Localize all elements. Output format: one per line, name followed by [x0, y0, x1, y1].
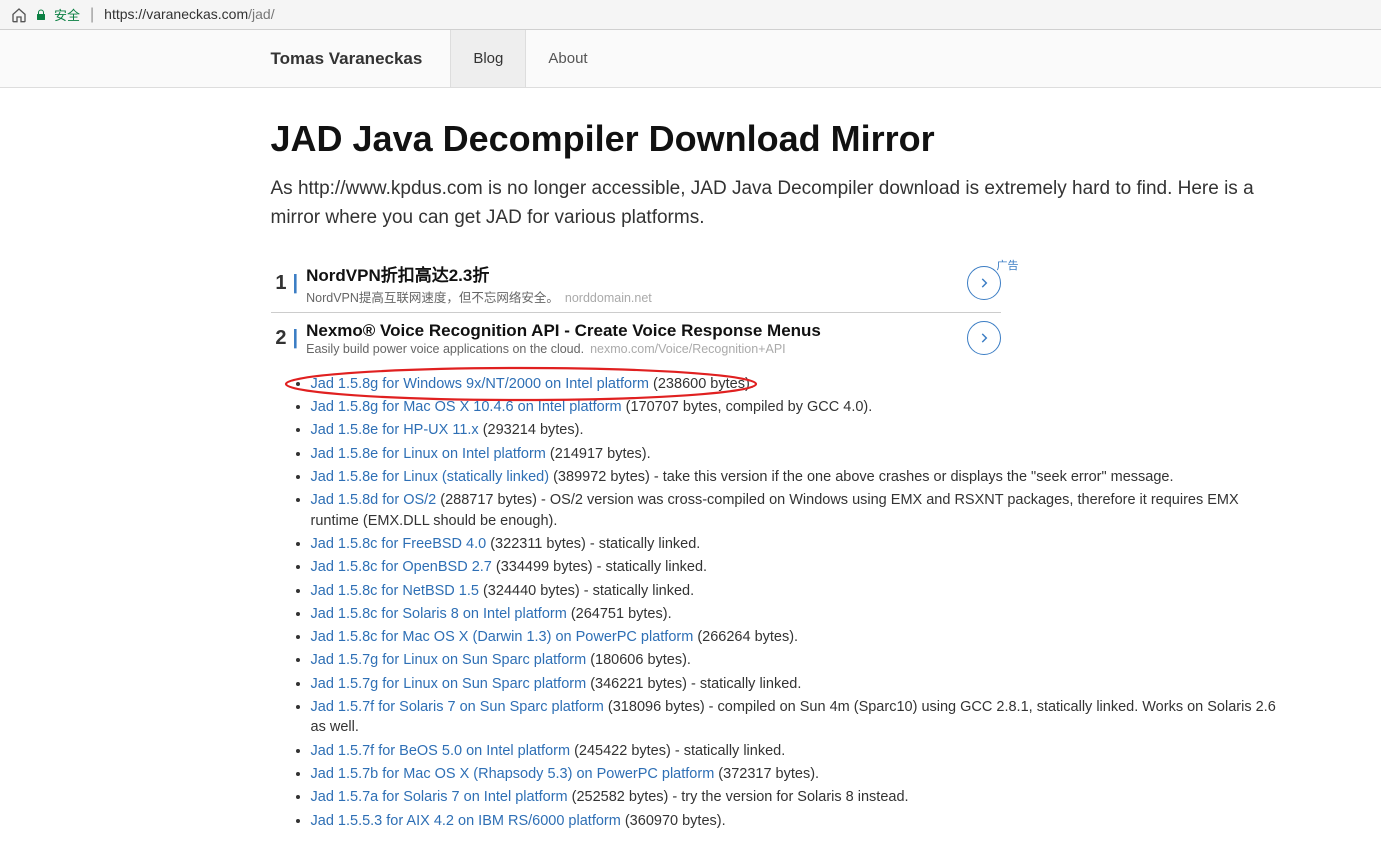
list-item: Jad 1.5.8c for Mac OS X (Darwin 1.3) on … — [311, 627, 1281, 647]
list-item: Jad 1.5.8c for Solaris 8 on Intel platfo… — [311, 604, 1281, 624]
url[interactable]: https://varaneckas.com/jad/ — [104, 6, 274, 24]
download-link[interactable]: Jad 1.5.7b for Mac OS X (Rhapsody 5.3) o… — [311, 766, 715, 782]
top-nav: Tomas Varaneckas Blog About — [0, 30, 1381, 88]
divider — [271, 312, 1001, 313]
download-meta: (180606 bytes). — [586, 652, 691, 668]
ad-number: 2 — [271, 327, 293, 350]
download-link[interactable]: Jad 1.5.8c for FreeBSD 4.0 — [311, 536, 487, 552]
download-link[interactable]: Jad 1.5.8g for Mac OS X 10.4.6 on Intel … — [311, 399, 622, 415]
list-item: Jad 1.5.8d for OS/2 (288717 bytes) - OS/… — [311, 490, 1281, 531]
list-item: Jad 1.5.8e for HP-UX 11.x (293214 bytes)… — [311, 420, 1281, 440]
list-item: Jad 1.5.8g for Windows 9x/NT/2000 on Int… — [311, 374, 1281, 394]
download-link[interactable]: Jad 1.5.8e for Linux (statically linked) — [311, 469, 550, 485]
list-item: Jad 1.5.7b for Mac OS X (Rhapsody 5.3) o… — [311, 764, 1281, 784]
download-meta: (170707 bytes, compiled by GCC 4.0). — [622, 399, 873, 415]
download-meta: (264751 bytes). — [567, 606, 672, 622]
ad-subtitle: Easily build power voice applications on… — [306, 342, 966, 356]
list-item: Jad 1.5.7f for BeOS 5.0 on Intel platfor… — [311, 741, 1281, 761]
list-item: Jad 1.5.8e for Linux (statically linked)… — [311, 467, 1281, 487]
ad-label: 广告 — [997, 257, 1019, 273]
chevron-right-icon[interactable] — [967, 321, 1001, 355]
intro-text: As http://www.kpdus.com is no longer acc… — [271, 174, 1271, 233]
download-list: Jad 1.5.8g for Windows 9x/NT/2000 on Int… — [271, 374, 1281, 831]
download-link[interactable]: Jad 1.5.8c for Mac OS X (Darwin 1.3) on … — [311, 629, 694, 645]
list-item: Jad 1.5.7g for Linux on Sun Sparc platfo… — [311, 674, 1281, 694]
list-item: Jad 1.5.7a for Solaris 7 on Intel platfo… — [311, 787, 1281, 807]
nav-tab-about[interactable]: About — [526, 30, 609, 87]
download-link[interactable]: Jad 1.5.8c for NetBSD 1.5 — [311, 583, 479, 599]
ad-block: 广告 1 | NordVPN折扣高达2.3折 NordVPN提高互联网速度，但不… — [271, 257, 1011, 360]
list-item: Jad 1.5.8c for NetBSD 1.5 (324440 bytes)… — [311, 581, 1281, 601]
home-icon[interactable] — [10, 6, 28, 24]
download-meta: (245422 bytes) - statically linked. — [570, 743, 785, 759]
browser-address-bar: 安全 | https://varaneckas.com/jad/ — [0, 0, 1381, 30]
download-link[interactable]: Jad 1.5.7a for Solaris 7 on Intel platfo… — [311, 789, 568, 805]
download-link[interactable]: Jad 1.5.7g for Linux on Sun Sparc platfo… — [311, 676, 587, 692]
page-title: JAD Java Decompiler Download Mirror — [271, 118, 1281, 160]
download-meta: (214917 bytes). — [546, 446, 651, 462]
download-meta: (238600 bytes). — [649, 376, 754, 392]
site-title[interactable]: Tomas Varaneckas — [91, 30, 451, 87]
chevron-right-icon[interactable] — [967, 266, 1001, 300]
download-link[interactable]: Jad 1.5.8c for OpenBSD 2.7 — [311, 559, 492, 575]
lock-icon — [34, 8, 48, 22]
download-link[interactable]: Jad 1.5.8e for HP-UX 11.x — [311, 422, 479, 438]
download-meta: (293214 bytes). — [479, 422, 584, 438]
ad-title: NordVPN折扣高达2.3折 — [306, 261, 966, 286]
ad-pipe: | — [293, 272, 299, 295]
secure-label: 安全 — [54, 5, 80, 24]
ad-title: Nexmo® Voice Recognition API - Create Vo… — [306, 321, 966, 341]
download-meta: (346221 bytes) - statically linked. — [586, 676, 801, 692]
download-link[interactable]: Jad 1.5.7f for Solaris 7 on Sun Sparc pl… — [311, 699, 604, 715]
download-meta: (322311 bytes) - statically linked. — [486, 536, 700, 552]
download-meta: (389972 bytes) - take this version if th… — [549, 469, 1173, 485]
ad-pipe: | — [293, 327, 299, 350]
download-link[interactable]: Jad 1.5.5.3 for AIX 4.2 on IBM RS/6000 p… — [311, 813, 621, 829]
download-link[interactable]: Jad 1.5.7f for BeOS 5.0 on Intel platfor… — [311, 743, 571, 759]
download-meta: (324440 bytes) - statically linked. — [479, 583, 694, 599]
ad-item-2[interactable]: 2 | Nexmo® Voice Recognition API - Creat… — [271, 317, 1011, 360]
main-content: JAD Java Decompiler Download Mirror As h… — [91, 88, 1291, 864]
list-item: Jad 1.5.8e for Linux on Intel platform (… — [311, 444, 1281, 464]
download-link[interactable]: Jad 1.5.7g for Linux on Sun Sparc platfo… — [311, 652, 587, 668]
list-item: Jad 1.5.8g for Mac OS X 10.4.6 on Intel … — [311, 397, 1281, 417]
download-meta: (288717 bytes) - OS/2 version was cross-… — [311, 492, 1239, 528]
download-meta: (266264 bytes). — [693, 629, 798, 645]
nav-tab-blog[interactable]: Blog — [450, 30, 526, 87]
list-item: Jad 1.5.7f for Solaris 7 on Sun Sparc pl… — [311, 697, 1281, 738]
download-meta: (334499 bytes) - statically linked. — [492, 559, 707, 575]
download-meta: (360970 bytes). — [621, 813, 726, 829]
list-item: Jad 1.5.5.3 for AIX 4.2 on IBM RS/6000 p… — [311, 811, 1281, 831]
download-meta: (372317 bytes). — [714, 766, 819, 782]
download-link[interactable]: Jad 1.5.8d for OS/2 — [311, 492, 437, 508]
download-link[interactable]: Jad 1.5.8e for Linux on Intel platform — [311, 446, 546, 462]
url-path: /jad/ — [248, 6, 274, 22]
list-item: Jad 1.5.8c for OpenBSD 2.7 (334499 bytes… — [311, 557, 1281, 577]
url-host: https://varaneckas.com — [104, 6, 248, 22]
separator: | — [90, 6, 94, 24]
ad-item-1[interactable]: 1 | NordVPN折扣高达2.3折 NordVPN提高互联网速度，但不忘网络… — [271, 257, 1011, 310]
list-item: Jad 1.5.7g for Linux on Sun Sparc platfo… — [311, 650, 1281, 670]
ad-subtitle: NordVPN提高互联网速度，但不忘网络安全。norddomain.net — [306, 287, 966, 306]
ad-number: 1 — [271, 272, 293, 295]
download-link[interactable]: Jad 1.5.8g for Windows 9x/NT/2000 on Int… — [311, 376, 650, 392]
download-link[interactable]: Jad 1.5.8c for Solaris 8 on Intel platfo… — [311, 606, 567, 622]
download-meta: (252582 bytes) - try the version for Sol… — [568, 789, 909, 805]
list-item: Jad 1.5.8c for FreeBSD 4.0 (322311 bytes… — [311, 534, 1281, 554]
